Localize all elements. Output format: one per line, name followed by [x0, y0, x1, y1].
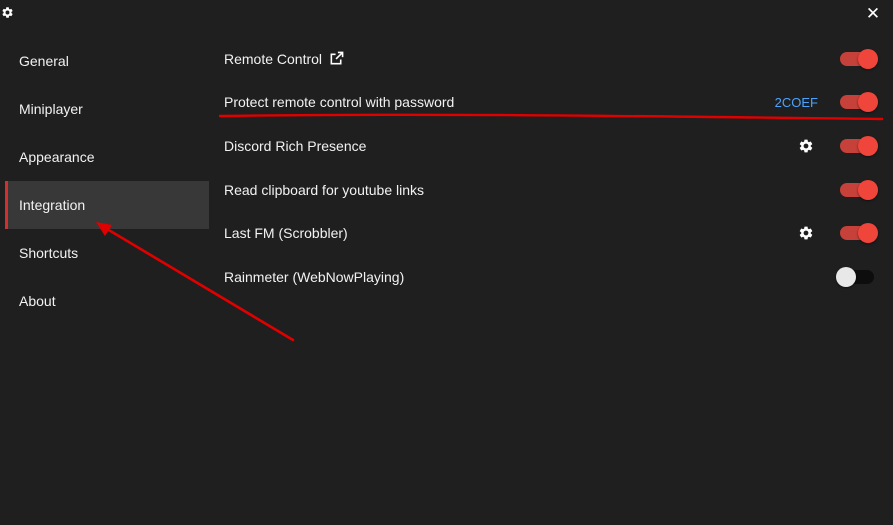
gear-icon[interactable] [798, 225, 814, 241]
integration-settings: Remote Control Protect remote control wi… [224, 37, 878, 299]
toggle-knob [858, 92, 878, 113]
sidebar-item-shortcuts[interactable]: Shortcuts [0, 229, 209, 277]
sidebar-item-general[interactable]: General [0, 37, 209, 85]
clipboard-toggle[interactable] [840, 179, 878, 200]
setting-row-rainmeter: Rainmeter (WebNowPlaying) [224, 255, 876, 299]
setting-label: Remote Control [224, 50, 323, 67]
gear-icon[interactable] [798, 138, 814, 154]
setting-row-password: Protect remote control with password 2CO… [224, 81, 878, 125]
setting-label: Last FM (Scrobbler) [224, 225, 348, 242]
title-bar: ✕ [0, 0, 893, 28]
setting-label: Rainmeter (WebNowPlaying) [224, 268, 405, 285]
external-link-icon[interactable] [329, 51, 344, 66]
sidebar-item-about[interactable]: About [0, 277, 209, 325]
toggle-knob [858, 48, 878, 69]
setting-row-remote-control: Remote Control [224, 37, 878, 81]
setting-row-discord: Discord Rich Presence [224, 124, 878, 168]
toggle-knob [858, 223, 878, 244]
sidebar-item-appearance[interactable]: Appearance [0, 133, 209, 181]
password-value[interactable]: 2COEF [775, 95, 818, 110]
close-button[interactable]: ✕ [863, 4, 883, 24]
lastfm-toggle[interactable] [840, 223, 878, 244]
sidebar-item-miniplayer[interactable]: Miniplayer [0, 85, 209, 133]
discord-toggle[interactable] [840, 135, 878, 156]
toggle-knob [858, 179, 878, 200]
remote-control-toggle[interactable] [840, 48, 878, 69]
rainmeter-toggle[interactable] [836, 266, 874, 287]
setting-row-lastfm: Last FM (Scrobbler) [224, 211, 878, 255]
password-toggle[interactable] [840, 92, 878, 113]
toggle-knob [836, 266, 856, 287]
setting-row-clipboard: Read clipboard for youtube links [224, 168, 878, 212]
gear-icon [2, 7, 13, 18]
sidebar: General Miniplayer Appearance Integratio… [0, 37, 209, 325]
setting-label: Read clipboard for youtube links [224, 181, 425, 198]
sidebar-item-integration[interactable]: Integration [5, 181, 209, 229]
setting-label: Discord Rich Presence [224, 137, 367, 154]
setting-label: Protect remote control with password [224, 94, 455, 111]
toggle-knob [858, 135, 878, 156]
